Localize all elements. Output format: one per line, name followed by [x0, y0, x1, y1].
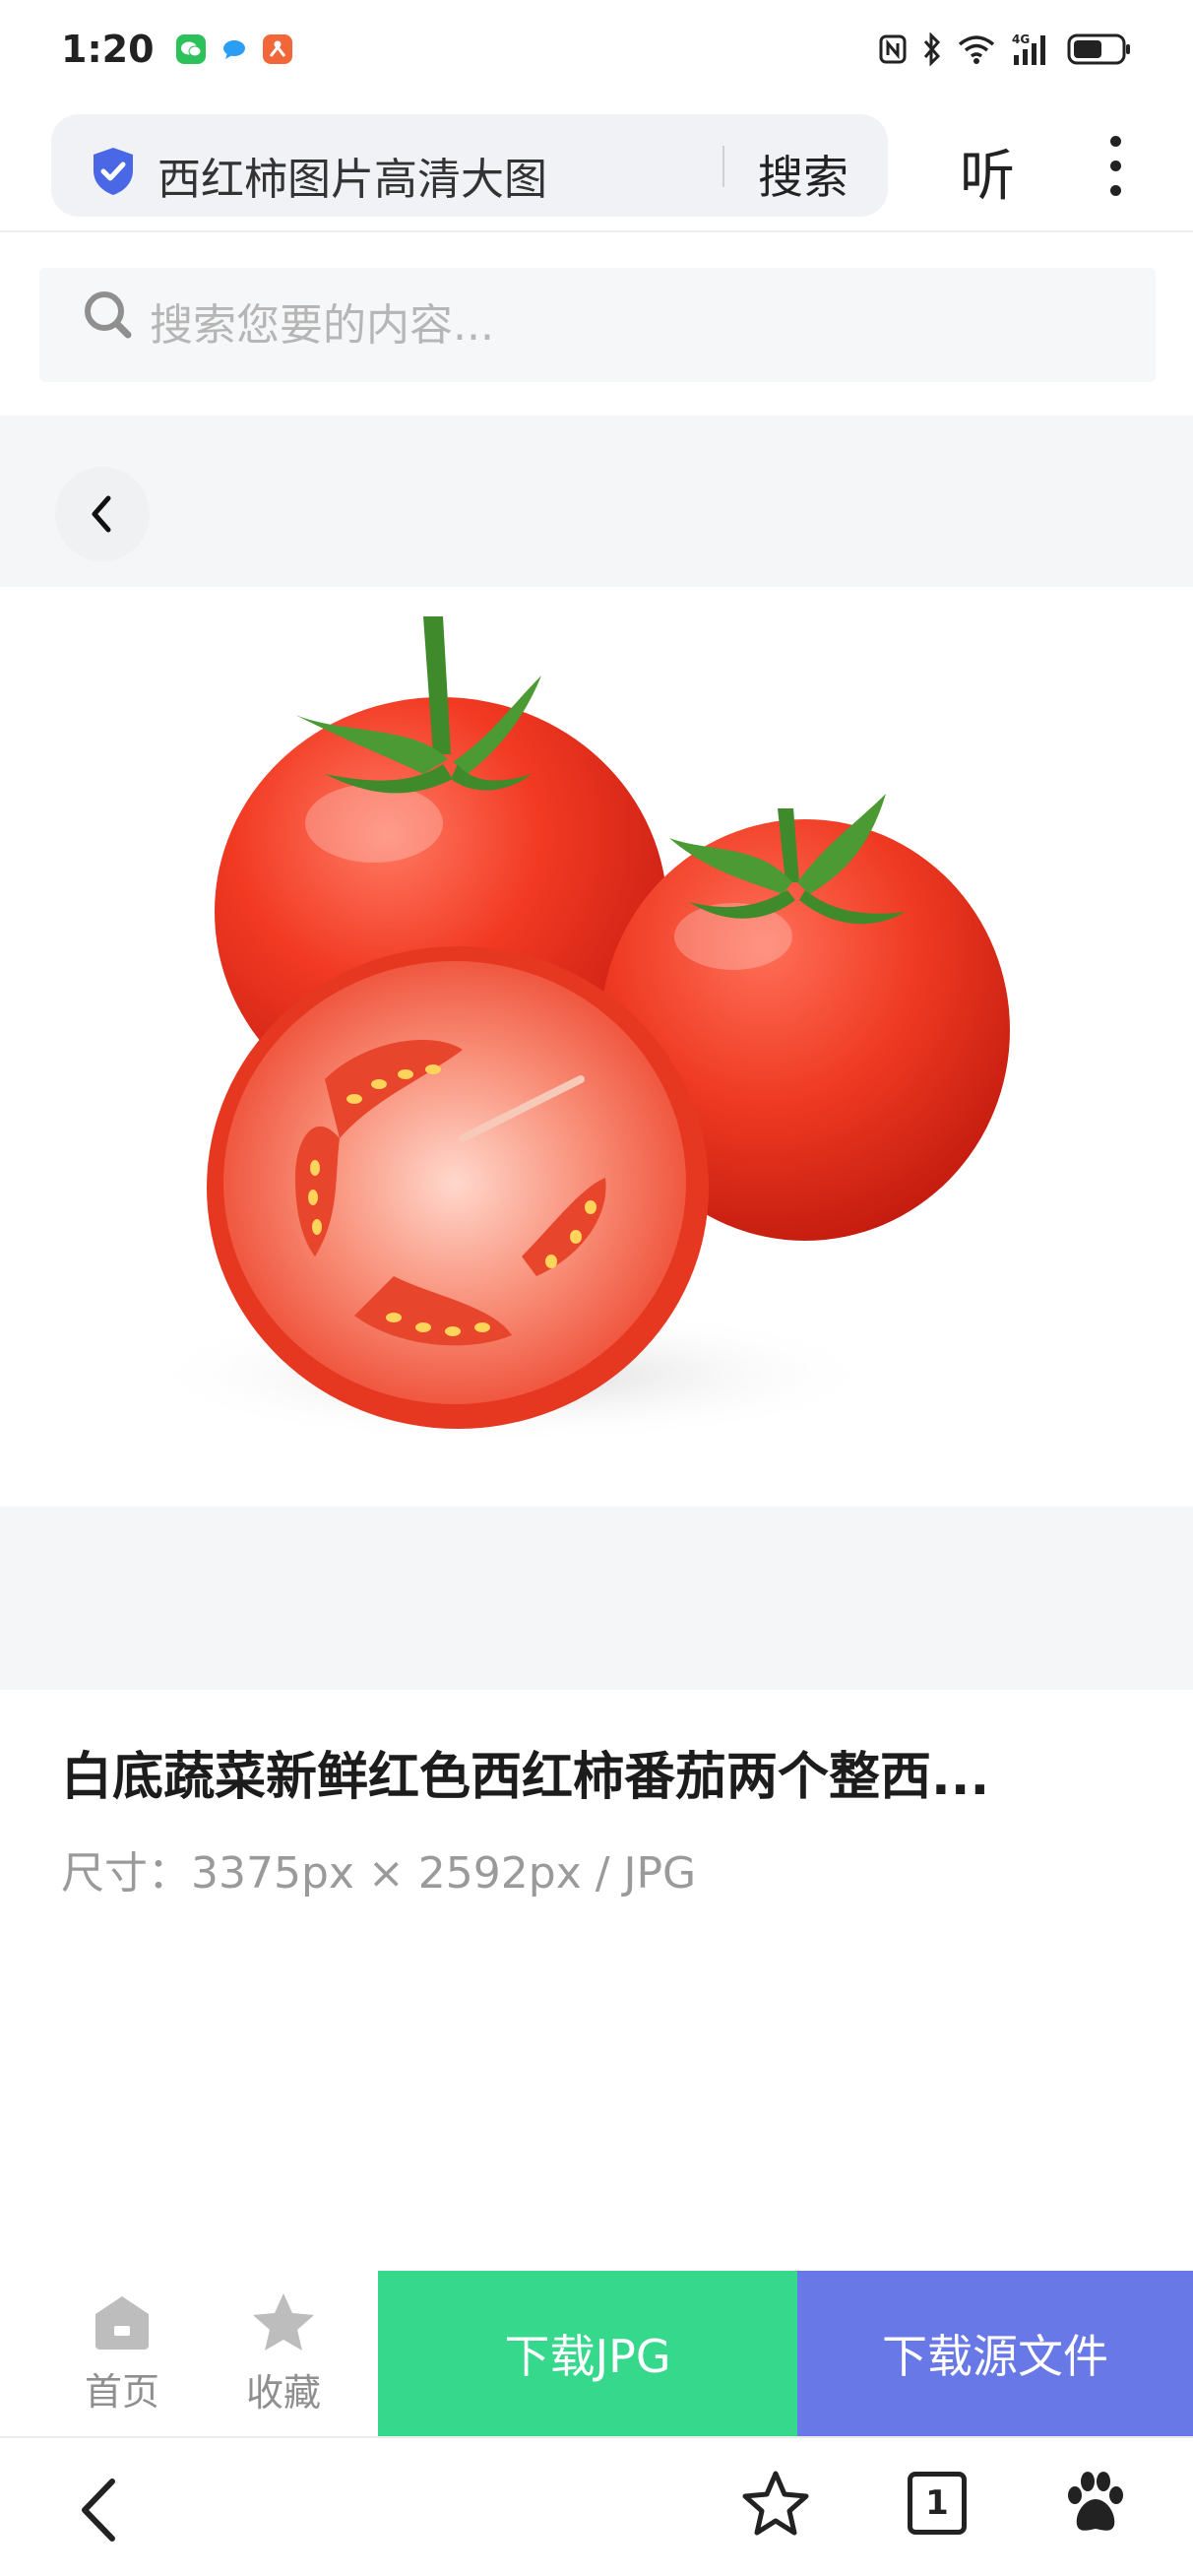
site-search-box[interactable]	[39, 268, 1156, 382]
status-app-icons	[175, 34, 292, 64]
battery-icon	[1067, 33, 1130, 65]
nfc-icon	[879, 34, 907, 64]
tomato-photo	[138, 616, 1010, 1444]
shield-icon	[94, 148, 133, 195]
address-bar[interactable]: 西红柿图片高清大图 搜索	[51, 114, 888, 217]
search-icon	[85, 291, 132, 339]
status-time: 1:20	[61, 28, 155, 71]
home-button[interactable]: 首页	[43, 2271, 201, 2436]
address-search-button[interactable]: 搜索	[758, 142, 848, 207]
signal-icon: 4G	[1012, 32, 1045, 65]
image-title: 白底蔬菜新鲜红色西红柿番茄两个整西...	[61, 1748, 990, 1807]
more-menu-icon[interactable]	[1100, 136, 1130, 205]
favorite-button[interactable]: 收藏	[205, 2271, 362, 2436]
top-divider	[0, 230, 1193, 232]
chevron-left-icon	[92, 495, 111, 533]
tomato-image[interactable]	[0, 587, 1193, 1507]
listen-button[interactable]: 听	[960, 132, 1015, 212]
download-jpg-button[interactable]: 下载JPG	[378, 2271, 797, 2436]
status-bar: 1:20 4G	[0, 0, 1193, 98]
address-query[interactable]: 西红柿图片高清大图	[157, 144, 547, 207]
favorite-label: 收藏	[245, 2370, 321, 2415]
bluetooth-icon	[923, 32, 941, 66]
back-button[interactable]	[55, 467, 150, 561]
address-divider	[722, 146, 724, 187]
image-size: 尺寸：3375px × 2592px / JPG	[61, 1848, 697, 1899]
action-bar: 首页 收藏 下载JPG 下载源文件	[0, 2271, 1193, 2436]
browser-bottom-bar: 1	[0, 2436, 1193, 2576]
wechat-icon	[175, 34, 206, 64]
app-orange-icon	[262, 34, 292, 64]
home-icon	[95, 2295, 149, 2350]
back-arrow-icon[interactable]	[71, 2476, 130, 2544]
download-source-button[interactable]: 下载源文件	[797, 2271, 1193, 2436]
tabs-icon[interactable]: 1	[908, 2472, 967, 2535]
site-search-input[interactable]	[150, 290, 1036, 360]
network-label: 4G	[1012, 32, 1030, 46]
tab-count: 1	[925, 2483, 949, 2523]
home-label: 首页	[84, 2369, 159, 2414]
star-icon[interactable]	[740, 2468, 811, 2539]
wifi-icon	[958, 35, 995, 64]
paw-icon[interactable]	[1061, 2468, 1130, 2539]
chat-bubble-icon	[219, 34, 249, 64]
status-indicators: 4G	[878, 32, 1132, 67]
back-band	[0, 416, 1193, 587]
star-filled-icon	[253, 2292, 314, 2351]
image-bottom-band	[0, 1507, 1193, 1690]
